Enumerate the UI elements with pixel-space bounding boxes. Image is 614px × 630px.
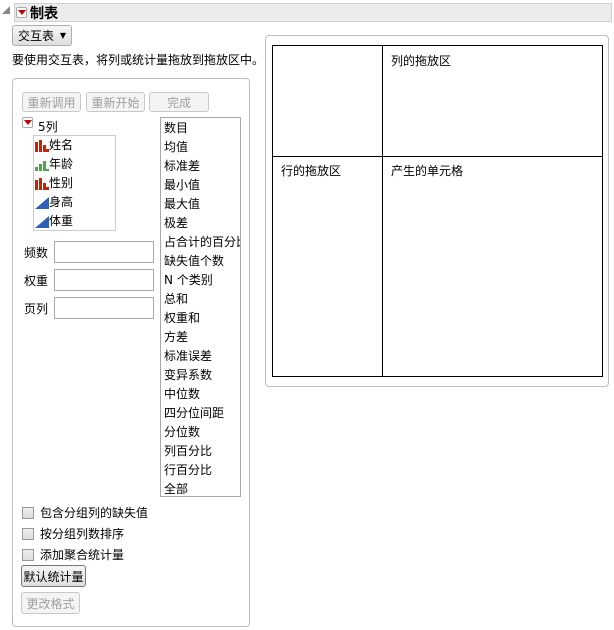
option-checkbox[interactable]: 按分组列数排序 — [22, 523, 148, 544]
option-checkbox[interactable]: 包含分组列的缺失值 — [22, 502, 148, 523]
mode-select-value: 交互表 — [18, 29, 55, 43]
ordinal-icon — [35, 160, 49, 171]
continuous-icon — [35, 215, 49, 228]
column-name: 体重 — [49, 214, 74, 228]
default-statistics-button[interactable]: 默认统计量 — [21, 565, 86, 587]
instruction-text: 要使用交互表，将列或统计量拖放到拖放区中。 — [12, 53, 265, 67]
result-cells[interactable]: 产生的单元格 — [391, 162, 463, 179]
statistic-item[interactable]: 四分位间距 — [161, 404, 240, 423]
role-label: 权重 — [24, 273, 49, 288]
column-item[interactable]: 姓名 — [34, 136, 115, 155]
nominal-icon — [35, 139, 49, 152]
nominal-icon — [35, 177, 49, 190]
columns-menu-icon[interactable] — [22, 117, 33, 128]
statistic-item[interactable]: 最大值 — [161, 195, 240, 214]
chevron-down-icon: ▼ — [59, 31, 66, 40]
statistic-item[interactable]: 标准误差 — [161, 347, 240, 366]
option-label: 按分组列数排序 — [40, 527, 125, 541]
statistic-item[interactable]: 权重和 — [161, 309, 240, 328]
change-format-button[interactable]: 更改格式 — [21, 592, 80, 614]
mode-select[interactable]: 交互表 ▼ — [12, 25, 72, 46]
statistic-item[interactable]: 极差 — [161, 214, 240, 233]
red-triangle-menu-icon[interactable] — [16, 7, 27, 18]
option-checkbox[interactable]: 添加聚合统计量 — [22, 544, 148, 565]
checkbox[interactable] — [22, 506, 34, 519]
statistics-list[interactable]: 数目 均值 标准差 最小值 最大值 极差 占合计的百分比 缺失值个数 N 个类别 总和 权重和 方差标… — [160, 117, 241, 497]
statistic-item[interactable]: 均值 — [161, 138, 240, 157]
statistic-item[interactable]: N 个类别 — [161, 271, 240, 290]
role-label: 页列 — [24, 301, 49, 316]
column-name: 性别 — [49, 176, 74, 190]
statistic-item[interactable]: 缺失值个数 — [161, 252, 240, 271]
statistic-item[interactable]: 方差 — [161, 328, 240, 347]
role-label: 频数 — [24, 245, 49, 260]
column-drop-zone[interactable]: 列的拖放区 — [391, 52, 451, 69]
row-drop-zone[interactable]: 行的拖放区 — [281, 162, 341, 179]
column-name: 姓名 — [49, 138, 74, 152]
role-input[interactable] — [54, 269, 154, 291]
drop-zone-table: 列的拖放区 行的拖放区 产生的单元格 — [272, 45, 603, 377]
role-input[interactable] — [54, 241, 154, 263]
column-item[interactable]: 体重 — [34, 212, 115, 230]
disclosure-icon[interactable] — [2, 6, 10, 14]
option-label: 包含分组列的缺失值 — [40, 506, 149, 520]
statistic-item[interactable]: 分位数 — [161, 423, 240, 442]
option-label: 添加聚合统计量 — [40, 548, 125, 562]
recall-button[interactable]: 重新调用 — [22, 92, 81, 112]
role-field: 权重 — [24, 266, 154, 294]
statistic-item[interactable]: 占合计的百分比 — [161, 233, 240, 252]
columns-count-label: 5列 — [38, 120, 58, 134]
role-field: 页列 — [24, 294, 154, 322]
statistic-item[interactable]: 数目 — [161, 119, 240, 138]
role-input[interactable] — [54, 297, 154, 319]
report-header — [14, 3, 612, 22]
column-item[interactable]: 性别 — [34, 174, 115, 193]
statistic-item[interactable]: 行百分比 — [161, 461, 240, 480]
statistic-item[interactable]: 全部 — [161, 480, 240, 496]
column-item[interactable]: 年龄 — [34, 155, 115, 174]
statistic-item[interactable]: 中位数 — [161, 385, 240, 404]
restart-button[interactable]: 重新开始 — [86, 92, 145, 112]
statistic-item[interactable]: 总和 — [161, 290, 240, 309]
column-name: 年龄 — [49, 157, 74, 171]
checkbox[interactable] — [22, 527, 34, 540]
checkbox[interactable] — [22, 548, 34, 561]
page-title: 制表 — [30, 6, 58, 22]
role-field: 频数 — [24, 238, 154, 266]
statistic-item[interactable]: 最小值 — [161, 176, 240, 195]
column-name: 身高 — [49, 195, 74, 209]
statistic-item[interactable]: 变异系数 — [161, 366, 240, 385]
statistic-item[interactable]: 列百分比 — [161, 442, 240, 461]
column-list[interactable]: 姓名年龄性别身高体重 — [33, 135, 116, 231]
column-item[interactable]: 身高 — [34, 193, 115, 212]
done-button[interactable]: 完成 — [149, 92, 209, 112]
statistic-item[interactable]: 标准差 — [161, 157, 240, 176]
continuous-icon — [35, 196, 49, 209]
